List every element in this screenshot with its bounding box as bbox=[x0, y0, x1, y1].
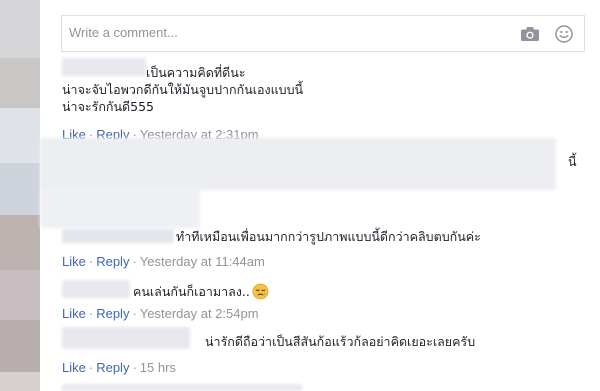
avatar bbox=[0, 320, 40, 372]
smiley-icon[interactable] bbox=[555, 25, 573, 43]
comment-actions: Like · Reply · Yesterday at 11:44am bbox=[62, 254, 265, 269]
like-link[interactable]: Like bbox=[62, 254, 86, 269]
redacted-name bbox=[62, 229, 174, 243]
redacted-comment bbox=[62, 384, 302, 391]
redacted-comment bbox=[40, 138, 556, 190]
comment-text-fragment: นี้ bbox=[568, 154, 577, 169]
like-link[interactable]: Like bbox=[62, 360, 86, 375]
separator-dot: · bbox=[132, 360, 137, 375]
sleepy-face-icon bbox=[252, 283, 269, 300]
comment-input[interactable]: Write a comment... bbox=[61, 15, 585, 52]
avatar bbox=[0, 163, 40, 215]
avatar-strip bbox=[0, 0, 40, 391]
separator-dot: · bbox=[88, 306, 94, 321]
separator-dot: · bbox=[88, 254, 94, 269]
comment-text: น่ารักดีถือว่าเป็นสีสันก้อแร้วก้ลอย่าคิด… bbox=[205, 334, 476, 349]
comment-text: คนเล่นกันก็เอามาลง.. bbox=[133, 283, 269, 300]
redacted-name bbox=[62, 327, 190, 349]
redacted-name bbox=[62, 58, 146, 76]
reply-link[interactable]: Reply bbox=[96, 306, 129, 321]
avatar bbox=[0, 0, 40, 58]
comment-text-line: น่าจะรักกันดี555 bbox=[62, 99, 154, 114]
comment-placeholder: Write a comment... bbox=[69, 25, 178, 40]
avatar bbox=[0, 108, 40, 163]
avatar bbox=[0, 58, 40, 108]
comment-text-line: น่าจะจับไอพวกดีกันให้มันจูบปากกันเองแบบน… bbox=[62, 82, 304, 97]
redacted-name bbox=[62, 280, 130, 298]
comment-text-content: คนเล่นกันก็เอามาลง.. bbox=[133, 284, 250, 299]
avatar bbox=[0, 372, 40, 391]
reply-link[interactable]: Reply bbox=[96, 254, 129, 269]
avatar bbox=[0, 215, 40, 270]
timestamp[interactable]: 15 hrs bbox=[140, 360, 176, 375]
timestamp[interactable]: Yesterday at 2:54pm bbox=[140, 306, 259, 321]
comment-text: ทำทีเหมือนเพื่อนมากกว่ารูปภาพแบบนี้ดีกว่… bbox=[176, 229, 481, 244]
comment-text-line: เป็นความคิดที่ดีนะ bbox=[146, 65, 246, 80]
comment-actions: Like · Reply · Yesterday at 2:54pm bbox=[62, 306, 259, 321]
separator-dot: · bbox=[132, 306, 137, 321]
separator-dot: · bbox=[132, 254, 137, 269]
avatar bbox=[0, 270, 40, 320]
timestamp[interactable]: Yesterday at 11:44am bbox=[140, 254, 265, 269]
camera-icon[interactable] bbox=[521, 27, 539, 41]
separator-dot: · bbox=[88, 360, 94, 375]
like-link[interactable]: Like bbox=[62, 306, 86, 321]
comment-actions: Like · Reply · 15 hrs bbox=[62, 360, 176, 375]
redacted-comment bbox=[40, 188, 200, 228]
reply-link[interactable]: Reply bbox=[96, 360, 129, 375]
